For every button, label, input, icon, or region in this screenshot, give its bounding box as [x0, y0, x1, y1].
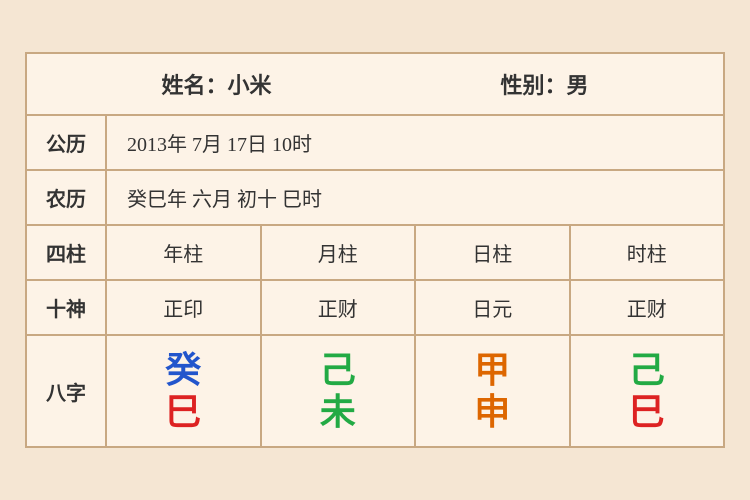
bazi-hour-top: 己 — [629, 352, 665, 388]
col-hour: 时柱 — [571, 226, 724, 279]
bazi-day: 甲 申 — [416, 336, 571, 446]
col-day: 日柱 — [416, 226, 571, 279]
col-month: 月柱 — [262, 226, 417, 279]
shishen-label: 十神 — [27, 281, 107, 334]
shishen-hour: 正财 — [571, 281, 724, 334]
bazi-year-bottom: 巳 — [165, 394, 201, 430]
main-container: 姓名：小米 性别：男 公历 2013年 7月 17日 10时 农历 癸巳年 六月… — [25, 52, 725, 448]
bazi-day-top: 甲 — [474, 352, 510, 388]
lunar-value: 癸巳年 六月 初十 巳时 — [107, 171, 723, 224]
shishen-year: 正印 — [107, 281, 262, 334]
lunar-row: 农历 癸巳年 六月 初十 巳时 — [27, 171, 723, 226]
shishen-day: 日元 — [416, 281, 571, 334]
gregorian-value: 2013年 7月 17日 10时 — [107, 116, 723, 169]
bazi-hour: 己 巳 — [571, 336, 724, 446]
sijue-row: 四柱 年柱 月柱 日柱 时柱 — [27, 226, 723, 281]
bazi-label: 八字 — [27, 336, 107, 446]
bazi-month-top: 己 — [320, 352, 356, 388]
name-label: 姓名：小米 — [161, 68, 271, 100]
header-row: 姓名：小米 性别：男 — [27, 54, 723, 116]
bazi-month: 己 未 — [262, 336, 417, 446]
bazi-row: 八字 癸 巳 己 未 甲 申 己 巳 — [27, 336, 723, 446]
bazi-month-bottom: 未 — [320, 394, 356, 430]
lunar-label: 农历 — [27, 171, 107, 224]
shishen-row: 十神 正印 正财 日元 正财 — [27, 281, 723, 336]
col-year: 年柱 — [107, 226, 262, 279]
bazi-year-top: 癸 — [165, 352, 201, 388]
gregorian-row: 公历 2013年 7月 17日 10时 — [27, 116, 723, 171]
gender-label: 性别：男 — [500, 68, 588, 100]
sijue-label: 四柱 — [27, 226, 107, 279]
gregorian-label: 公历 — [27, 116, 107, 169]
bazi-year: 癸 巳 — [107, 336, 262, 446]
bazi-hour-bottom: 巳 — [629, 394, 665, 430]
shishen-month: 正财 — [262, 281, 417, 334]
bazi-day-bottom: 申 — [474, 394, 510, 430]
